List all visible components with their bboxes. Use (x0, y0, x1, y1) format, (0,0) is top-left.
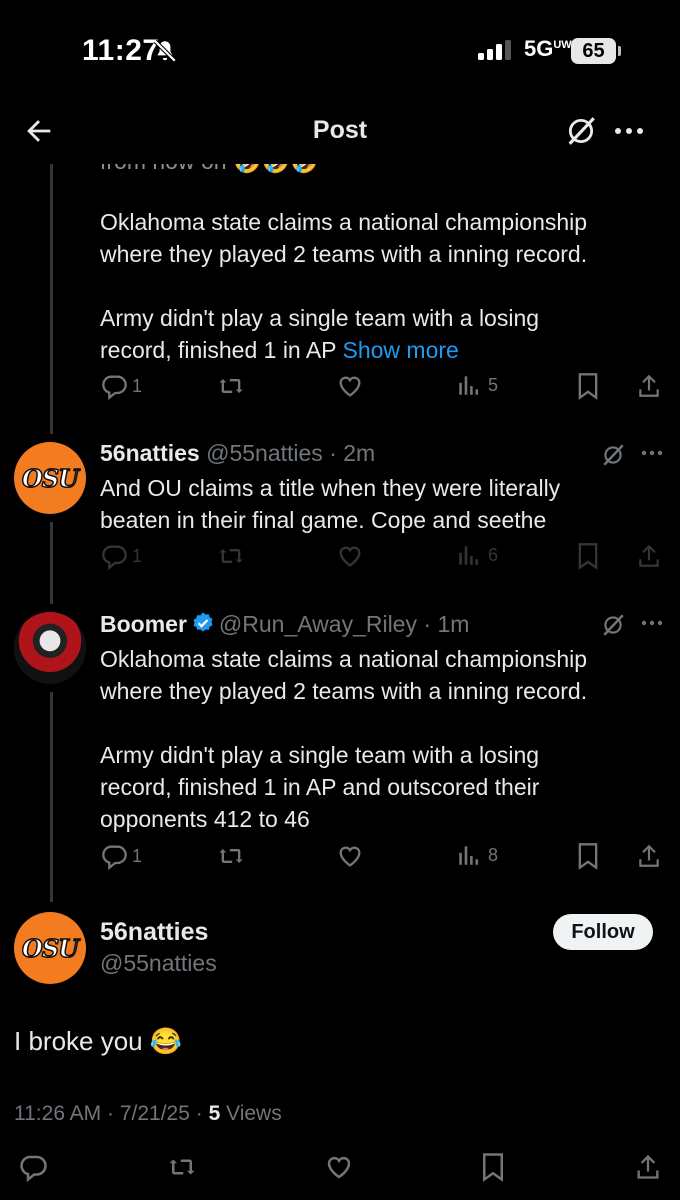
follow-button[interactable]: Follow (553, 914, 653, 950)
bookmark-icon (483, 1153, 503, 1182)
bookmark-icon (578, 843, 598, 870)
reply-icon (102, 845, 127, 870)
like-icon (339, 546, 361, 567)
share-icon (639, 374, 659, 397)
views-icon (459, 846, 479, 865)
user-handle[interactable]: @Run_Away_Riley (219, 611, 417, 637)
tweet-text: Oklahoma state claims a national champio… (100, 209, 588, 363)
views-button[interactable]: 5 (456, 372, 498, 398)
more-icon[interactable] (612, 122, 646, 140)
grok-icon[interactable] (564, 114, 598, 148)
user-handle[interactable]: @55natties (206, 440, 323, 466)
views-label: Views (220, 1102, 282, 1125)
repost-icon (219, 379, 243, 393)
repost-button[interactable] (166, 1152, 198, 1182)
share-button[interactable] (636, 842, 662, 870)
display-name[interactable]: Boomer (100, 611, 187, 637)
bookmark-button[interactable] (576, 842, 600, 870)
reply-button[interactable]: 1 (100, 372, 142, 400)
like-button[interactable] (336, 372, 364, 400)
reply-icon (20, 1155, 47, 1182)
status-time: 11:27 (82, 34, 160, 67)
tweet-header: 56natties @55natties · 2m (100, 440, 376, 466)
osu-logo: OSU (21, 933, 80, 964)
tweet-actions: 1 8 (0, 842, 680, 882)
avatar[interactable]: OSU (14, 912, 86, 984)
bookmark-icon (578, 543, 598, 570)
reply-icon (102, 375, 127, 400)
top-nav-bar: Post (0, 100, 680, 164)
battery-indicator: 65 (571, 38, 616, 64)
reply-icon (102, 545, 127, 570)
views-icon (459, 546, 479, 565)
like-icon (339, 376, 361, 397)
share-button[interactable] (634, 1152, 662, 1182)
signal-icon (478, 40, 511, 60)
views-button[interactable]: 8 (456, 842, 498, 868)
avatar[interactable] (14, 612, 86, 684)
more-icon[interactable] (640, 616, 664, 630)
reply-button[interactable] (18, 1152, 48, 1182)
views-count: 5 (208, 1102, 221, 1125)
bell-off-icon (153, 39, 177, 63)
avatar[interactable]: OSU (14, 442, 86, 514)
tweet-text: And OU claims a title when they were lit… (100, 475, 561, 533)
share-button[interactable] (636, 542, 662, 570)
display-name[interactable]: 56natties (100, 440, 200, 466)
main-tweet-actions (0, 1152, 680, 1192)
tweet-meta: 11:26 AM · 7/21/25 · 5 Views (14, 1102, 282, 1126)
bookmark-button[interactable] (576, 372, 600, 400)
like-icon (339, 846, 361, 867)
like-button[interactable] (336, 842, 364, 870)
repost-icon (219, 549, 243, 563)
like-button[interactable] (324, 1152, 354, 1182)
osu-logo: OSU (21, 463, 80, 494)
tweet-actions: 1 6 (0, 542, 680, 582)
reply-button[interactable]: 1 (100, 842, 142, 870)
status-bar: 11:27 5GUW 65 (0, 0, 680, 100)
tweet-time: 2m (343, 440, 376, 466)
share-icon (637, 1154, 659, 1179)
share-icon (639, 544, 659, 567)
like-button[interactable] (336, 542, 364, 570)
repost-button[interactable] (216, 542, 246, 570)
tweet-timestamp: 11:26 AM · 7/21/25 · (14, 1102, 209, 1125)
views-icon (459, 376, 479, 395)
bookmark-icon (578, 373, 598, 400)
more-icon[interactable] (640, 446, 664, 460)
grok-icon[interactable] (600, 442, 626, 468)
tweet-text: Oklahoma state claims a national champio… (100, 646, 588, 832)
share-icon (639, 844, 659, 867)
repost-icon (169, 1159, 195, 1175)
display-name[interactable]: 56natties (100, 918, 208, 947)
tweet-actions: 1 5 (0, 372, 680, 412)
tweet-text: I broke you 😂 (14, 1026, 183, 1056)
share-button[interactable] (636, 372, 662, 400)
views-button[interactable]: 6 (456, 542, 498, 568)
verified-icon (193, 612, 213, 632)
battery-tip (618, 46, 621, 56)
user-handle[interactable]: @55natties (100, 950, 217, 977)
bookmark-button[interactable] (576, 542, 600, 570)
repost-button[interactable] (216, 842, 246, 870)
network-indicator: 5GUW (524, 36, 572, 61)
reply-button[interactable]: 1 (100, 542, 142, 570)
like-icon (327, 1156, 351, 1179)
show-more-link[interactable]: Show more (343, 337, 459, 363)
repost-icon (219, 849, 243, 863)
grok-icon[interactable] (600, 612, 626, 638)
tweet-time: 1m (437, 611, 470, 637)
bookmark-button[interactable] (480, 1152, 506, 1182)
tweet-header: Boomer @Run_Away_Riley · 1m (100, 611, 470, 637)
repost-button[interactable] (216, 372, 246, 400)
